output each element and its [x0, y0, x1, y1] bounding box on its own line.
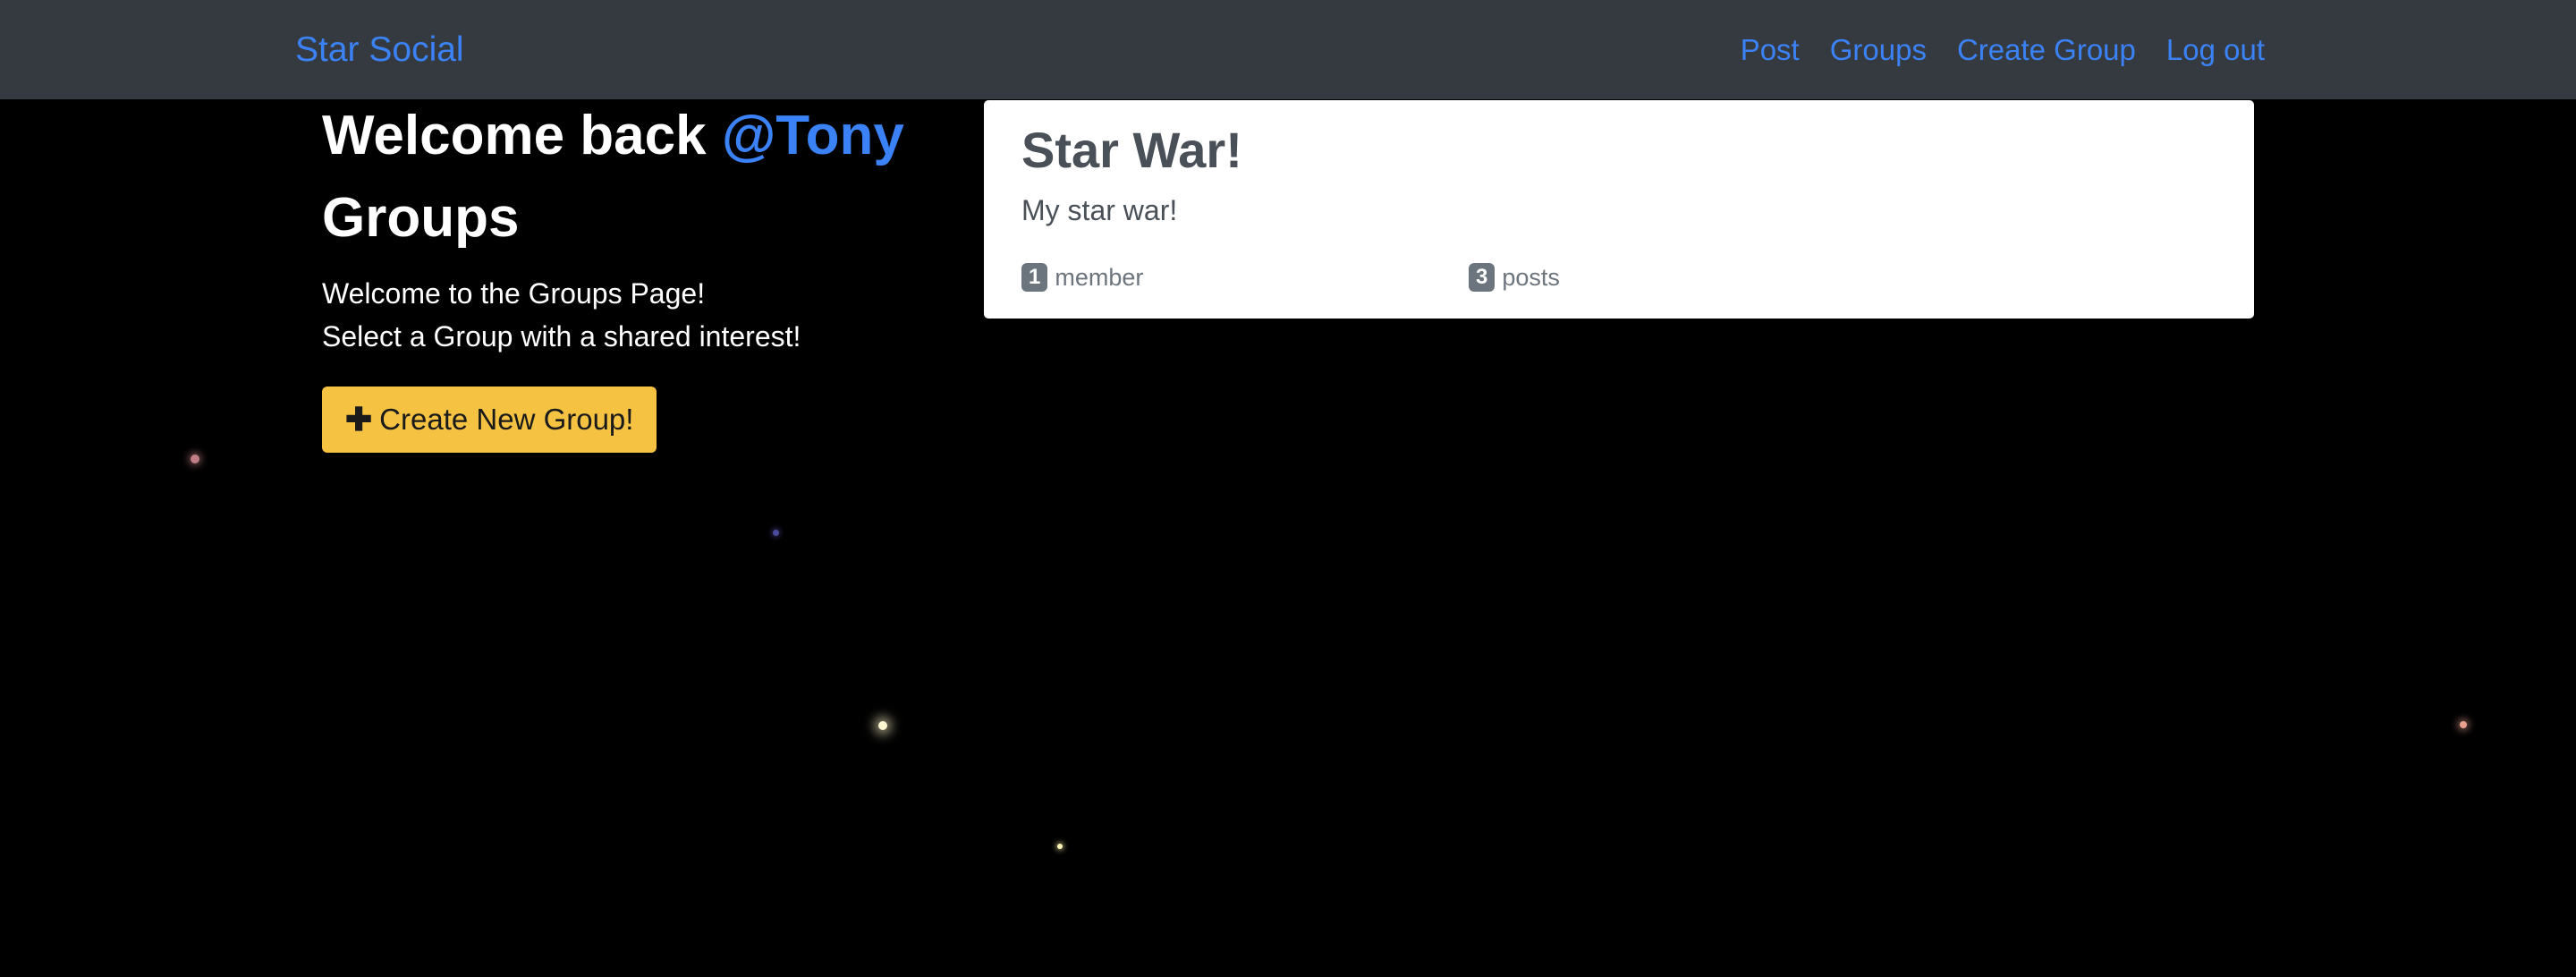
plus-icon: ✚: [345, 401, 373, 438]
star-decoration: [773, 530, 779, 536]
star-decoration: [878, 721, 887, 730]
page-title: Groups: [322, 187, 520, 249]
brand-link[interactable]: Star Social: [295, 25, 464, 75]
nav-links: Post Groups Create Group Log out: [1741, 25, 2265, 75]
username: @Tony: [721, 105, 904, 166]
intro-line-2: Select a Group with a shared interest!: [322, 320, 801, 353]
star-decoration: [191, 455, 199, 463]
create-new-group-label: Create New Group!: [379, 403, 634, 436]
intro-line-1: Welcome to the Groups Page!: [322, 277, 706, 310]
group-description: My star war!: [1021, 194, 1178, 226]
post-count-badge: 3: [1469, 263, 1496, 292]
create-new-group-button[interactable]: ✚ Create New Group!: [322, 387, 657, 453]
nav-link-post[interactable]: Post: [1741, 25, 1800, 75]
member-stat: 1 member: [1021, 263, 1143, 292]
post-stat: 3 posts: [1469, 263, 1560, 292]
member-count-badge: 1: [1021, 263, 1048, 292]
nav-link-create-group[interactable]: Create Group: [1957, 25, 2136, 75]
star-decoration: [1057, 844, 1063, 849]
navbar: Star Social Post Groups Create Group Log…: [0, 0, 2576, 99]
groups-sidebar: Welcome back @Tony Groups Welcome to the…: [322, 100, 966, 453]
member-label: member: [1055, 263, 1144, 291]
intro-text: Welcome to the Groups Page! Select a Gro…: [322, 272, 966, 358]
post-label: posts: [1502, 263, 1560, 291]
group-card[interactable]: Star War! My star war! 1 member 3 posts: [984, 100, 2254, 319]
nav-link-groups[interactable]: Groups: [1830, 25, 1927, 75]
star-decoration: [2460, 721, 2467, 728]
welcome-prefix: Welcome back: [322, 105, 722, 166]
nav-link-log-out[interactable]: Log out: [2166, 25, 2265, 75]
group-title: Star War!: [1021, 122, 1242, 178]
welcome-heading: Welcome back @Tony: [322, 100, 966, 172]
